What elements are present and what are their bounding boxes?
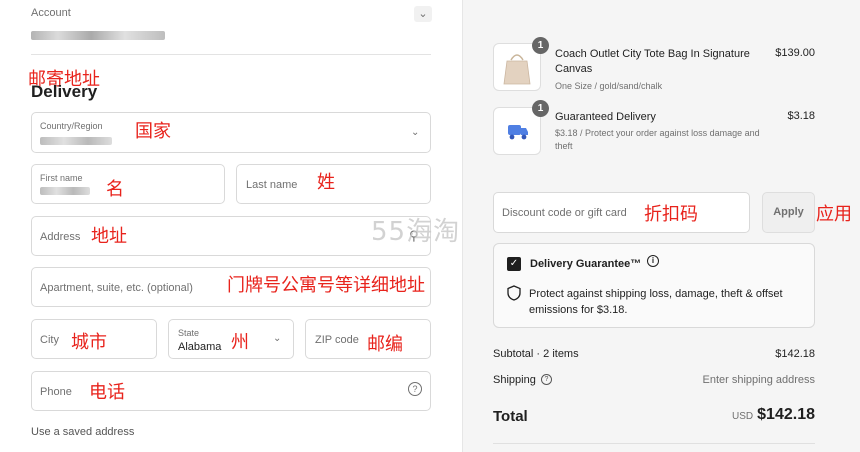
apartment-placeholder: Apartment, suite, etc. (optional) bbox=[40, 282, 193, 294]
item-variant: $3.18 / Protect your order against loss … bbox=[555, 128, 760, 151]
country-value-redacted bbox=[40, 137, 112, 145]
discount-code-input[interactable]: Discount code or gift card bbox=[493, 192, 750, 233]
annotation-phone: 电话 bbox=[89, 382, 125, 403]
annotation-address: 地址 bbox=[91, 226, 127, 247]
first-name-field[interactable]: First name bbox=[31, 164, 225, 204]
truck-icon bbox=[508, 125, 528, 140]
total-amount: USD $142.18 bbox=[732, 406, 815, 424]
annotation-apply: 应用 bbox=[816, 204, 852, 225]
info-icon[interactable]: i bbox=[647, 255, 659, 267]
shipping-value: Enter shipping address bbox=[702, 374, 815, 386]
subtotal-value: $142.18 bbox=[775, 348, 815, 360]
address-placeholder: Address bbox=[40, 231, 81, 243]
chevron-down-icon[interactable]: ⌄ bbox=[414, 6, 432, 22]
annotation-country: 国家 bbox=[135, 121, 171, 142]
guarantee-title: Delivery Guarantee™ bbox=[530, 258, 642, 270]
phone-placeholder: Phone bbox=[40, 386, 72, 398]
apply-button[interactable]: Apply bbox=[762, 192, 815, 233]
item-quantity-badge: 1 bbox=[532, 37, 549, 54]
total-label: Total bbox=[493, 408, 528, 425]
help-icon[interactable]: ? bbox=[541, 374, 552, 385]
first-name-value-redacted bbox=[40, 187, 90, 195]
divider bbox=[31, 54, 431, 55]
annotation-state: 州 bbox=[231, 332, 249, 353]
last-name-placeholder: Last name bbox=[246, 179, 298, 191]
item-price: $3.18 bbox=[787, 110, 815, 122]
annotation-city: 城市 bbox=[71, 332, 107, 353]
annotation-discount: 折扣码 bbox=[644, 204, 698, 225]
item-variant: One Size / gold/sand/chalk bbox=[555, 81, 663, 91]
use-saved-address-link[interactable]: Use a saved address bbox=[31, 426, 134, 438]
zip-placeholder: ZIP code bbox=[315, 334, 359, 346]
guarantee-description: Protect against shipping loss, damage, t… bbox=[529, 288, 783, 316]
watermark: 55海淘 bbox=[371, 217, 461, 247]
shield-icon bbox=[507, 285, 521, 301]
item-name: Guaranteed Delivery bbox=[555, 111, 656, 123]
discount-placeholder: Discount code or gift card bbox=[502, 207, 627, 219]
annotation-first-name: 名 bbox=[106, 179, 124, 200]
divider bbox=[493, 443, 815, 444]
help-icon[interactable]: ? bbox=[408, 382, 422, 396]
annotation-zip: 邮编 bbox=[367, 334, 403, 355]
country-select[interactable]: Country/Region ⌄ bbox=[31, 112, 431, 153]
item-price: $139.00 bbox=[775, 47, 815, 59]
item-quantity-badge: 1 bbox=[532, 100, 549, 117]
city-placeholder: City bbox=[40, 334, 59, 346]
country-label: Country/Region bbox=[40, 121, 103, 131]
account-email-redacted bbox=[31, 31, 165, 40]
state-label: State bbox=[178, 328, 200, 338]
state-value: Alabama bbox=[178, 341, 222, 353]
total-value: $142.18 bbox=[757, 406, 815, 423]
shipping-label: Shipping bbox=[493, 374, 536, 386]
guarantee-checkbox[interactable]: ✓ bbox=[507, 257, 521, 271]
chevron-down-icon: ⌄ bbox=[273, 333, 282, 344]
account-label: Account bbox=[31, 7, 71, 19]
item-name: Coach Outlet City Tote Bag In Signature … bbox=[555, 48, 750, 75]
annotation-last-name: 姓 bbox=[317, 172, 335, 193]
delivery-heading: Delivery bbox=[31, 82, 98, 101]
first-name-label: First name bbox=[40, 173, 83, 183]
chevron-down-icon: ⌄ bbox=[411, 127, 420, 138]
annotation-apartment: 门牌号公寓号等详细地址 bbox=[227, 275, 425, 296]
subtotal-label: Subtotal · 2 items bbox=[493, 348, 579, 360]
total-currency: USD bbox=[732, 411, 754, 422]
